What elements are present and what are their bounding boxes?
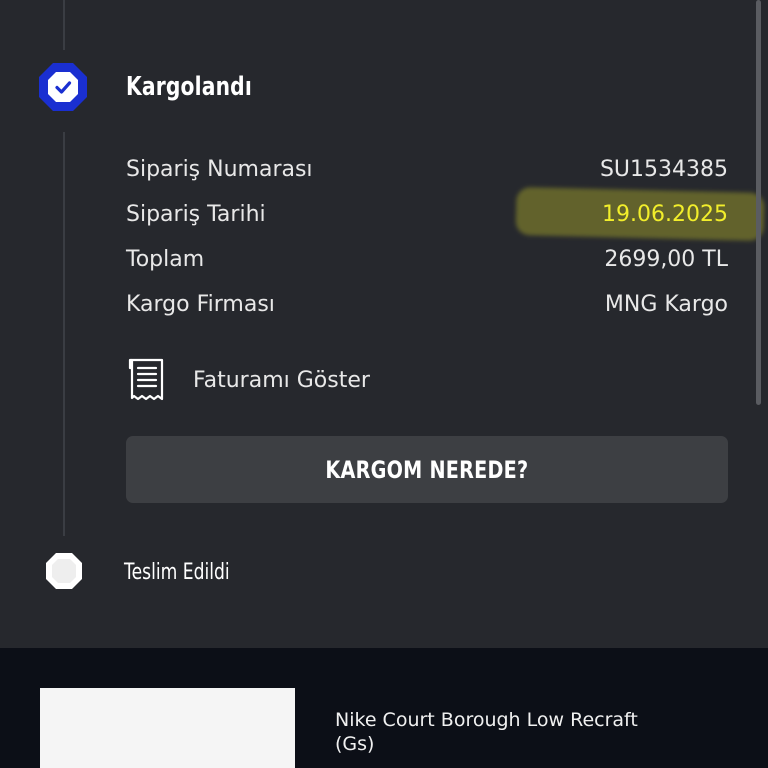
order-status-panel: Kargolandı Sipariş Numarası SU1534385 Si… — [0, 0, 768, 648]
order-date-row: Sipariş Tarihi 19.06.2025 — [126, 197, 728, 231]
track-shipment-button-label: KARGOM NEREDE? — [325, 455, 529, 484]
receipt-icon — [128, 358, 164, 401]
order-date-label: Sipariş Tarihi — [126, 201, 266, 227]
step-title-delivered: Teslim Edildi — [124, 560, 230, 585]
order-number-value: SU1534385 — [599, 156, 728, 182]
check-icon — [39, 63, 87, 111]
shipping-company-label: Kargo Firması — [126, 291, 275, 317]
timeline-line-middle — [63, 132, 65, 536]
timeline-line-top — [63, 0, 65, 50]
show-invoice-label: Faturamı Göster — [193, 367, 370, 393]
order-number-row: Sipariş Numarası SU1534385 — [126, 152, 728, 186]
order-total-label: Toplam — [126, 246, 205, 272]
product-image[interactable] — [40, 688, 295, 768]
track-shipment-button[interactable]: KARGOM NEREDE? — [126, 436, 728, 503]
step-title-shipped: Kargolandı — [126, 72, 252, 102]
order-date-value: 19.06.2025 — [602, 201, 728, 227]
empty-octagon-icon — [46, 553, 82, 589]
scrollbar[interactable] — [756, 0, 761, 405]
show-invoice-link[interactable]: Faturamı Göster — [126, 356, 370, 404]
shipping-company-value: MNG Kargo — [604, 291, 728, 317]
order-total-value: 2699,00 TL — [604, 246, 728, 272]
order-total-row: Toplam 2699,00 TL — [126, 242, 728, 276]
shipping-company-row: Kargo Firması MNG Kargo — [126, 287, 728, 321]
order-number-label: Sipariş Numarası — [126, 156, 313, 182]
product-name[interactable]: Nike Court Borough Low Recraft (Gs) — [335, 708, 655, 756]
product-section: Nike Court Borough Low Recraft (Gs) — [0, 648, 768, 768]
